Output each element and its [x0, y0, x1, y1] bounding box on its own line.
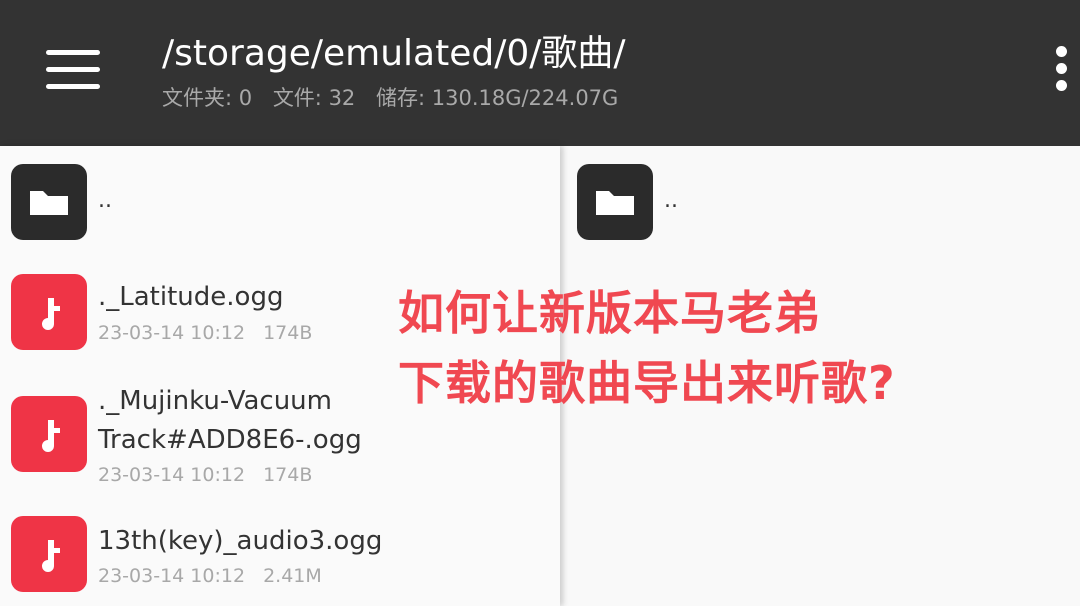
folder-icon	[11, 164, 87, 240]
file-date: 23-03-14 10:12	[98, 322, 246, 344]
file-date: 23-03-14 10:12	[98, 565, 246, 587]
file-meta: 23-03-14 10:12 174B	[98, 320, 324, 346]
folder-icon	[577, 164, 653, 240]
parent-directory-label: ..	[98, 188, 112, 213]
folder-count: 文件夹: 0	[162, 86, 253, 110]
parent-directory-row[interactable]: ..	[0, 156, 560, 246]
current-path: /storage/emulated/0/歌曲/	[162, 33, 626, 74]
music-note-icon	[11, 396, 87, 472]
file-name-line-2: Track#ADD8E6-.ogg	[98, 425, 362, 455]
top-app-bar: /storage/emulated/0/歌曲/ 文件夹: 0 文件: 32 储存…	[0, 0, 1080, 146]
file-name: 13th(key)_audio3.ogg	[98, 526, 383, 556]
file-date: 23-03-14 10:12	[98, 464, 246, 486]
file-meta: 23-03-14 10:12 2.41M	[98, 563, 334, 589]
file-count: 文件: 32	[272, 86, 356, 110]
parent-directory-label: ..	[664, 188, 678, 213]
overlay-caption-line-2: 下载的歌曲导出来听歌?	[398, 356, 896, 410]
overlay-caption-line-1: 如何让新版本马老弟	[398, 286, 821, 340]
storage-usage: 储存: 130.18G/224.07G	[375, 86, 619, 110]
storage-summary: 文件夹: 0 文件: 32 储存: 130.18G/224.07G	[162, 84, 632, 112]
music-note-icon	[11, 274, 87, 350]
file-row[interactable]: 13th(key)_audio3.ogg 23-03-14 10:12 2.41…	[0, 510, 560, 600]
hamburger-menu-icon[interactable]	[38, 44, 108, 96]
overlay-caption: 如何让新版本马老弟 下载的歌曲导出来听歌?	[398, 278, 896, 418]
file-size: 2.41M	[263, 565, 322, 587]
file-meta: 23-03-14 10:12 174B	[98, 462, 324, 488]
parent-directory-row[interactable]: ..	[564, 156, 1080, 246]
file-size: 174B	[263, 322, 313, 344]
music-note-icon	[11, 516, 87, 592]
file-size: 174B	[263, 464, 313, 486]
more-vert-icon[interactable]	[1046, 44, 1078, 94]
